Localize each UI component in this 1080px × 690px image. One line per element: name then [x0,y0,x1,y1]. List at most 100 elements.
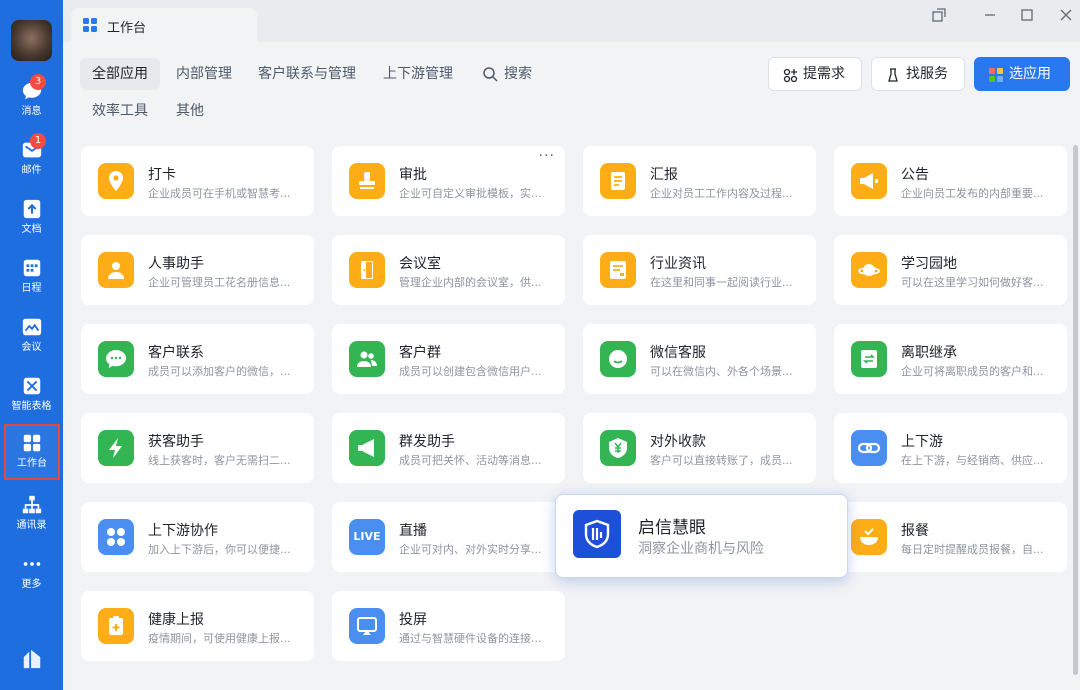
avatar[interactable] [11,20,52,61]
category-other[interactable]: 其他 [164,95,216,127]
sidebar-item-docs[interactable]: 文档 [0,198,63,254]
featured-app-card[interactable]: 启信慧眼 洞察企业商机与风险 [555,494,848,578]
yuan-shield-icon [600,430,636,466]
app-card-announcement[interactable]: 公告 企业向员工发布的内部重要... [834,146,1067,216]
sidebar-item-label: 更多 [21,579,42,590]
sidebar-item-messages[interactable]: 3 消息 [0,74,63,136]
app-card-customer-acquisition[interactable]: 获客助手 线上获客时，客户无需扫二... [81,413,314,483]
close-icon[interactable] [1057,6,1075,24]
app-desc: 成员可把关怀、活动等消息... [399,454,542,467]
find-service-button[interactable]: 找服务 [871,57,965,91]
app-name: 审批 [399,167,427,183]
sidebar-item-mail[interactable]: 1 邮件 [0,133,63,195]
link-icon [851,430,887,466]
app-card-hr-assistant[interactable]: 人事助手 企业可管理员工花名册信息... [81,235,314,305]
app-name: 群发助手 [399,434,455,450]
app-card-customer-group[interactable]: 客户群 成员可以创建包含微信用户... [332,324,565,394]
calendar-icon [23,259,40,277]
four-dots-icon [98,519,134,555]
person-icon [98,252,134,288]
sidebar-item-label: 日程 [21,283,42,294]
app-name: 健康上报 [148,612,204,628]
sidebar-item-label: 工作台 [17,458,47,469]
sidebar-item-label: 智能表格 [11,401,52,412]
search-label: 搜索 [504,66,532,82]
app-card-live[interactable]: LIVE 直播 企业可对内、对外实时分享... [332,502,565,572]
app-card-customer-contact[interactable]: 客户联系 成员可以添加客户的微信，... [81,324,314,394]
app-card-health-report[interactable]: 健康上报 疫情期间，可使用健康上报... [81,591,314,661]
popout-icon[interactable] [930,6,948,24]
org-chart-icon [22,495,41,514]
select-app-button[interactable]: 选应用 [974,57,1070,91]
app-desc: 企业对员工工作内容及过程... [650,187,793,200]
category-search[interactable]: 搜索 [470,58,544,90]
live-icon: LIVE [349,519,385,555]
smart-sheet-icon [23,377,40,395]
sidebar-item-label: 会议 [21,342,42,353]
title-bar: 工作台 [63,0,1080,42]
medical-clipboard-icon [98,608,134,644]
request-icon [783,68,798,83]
planet-icon [851,252,887,288]
app-name: 获客助手 [148,434,204,450]
maximize-icon[interactable] [1018,6,1036,24]
app-name: 对外收款 [650,434,706,450]
app-card-meeting-room[interactable]: 会议室 管理企业内部的会议室，供... [332,235,565,305]
sidebar-item-smart-sheet[interactable]: 智能表格 [0,375,63,431]
find-service-label: 找服务 [906,66,948,82]
app-grid-icon [989,68,1003,82]
app-card-approval[interactable]: 审批 企业可自定义审批模板，实... ··· [332,146,565,216]
app-name: 投屏 [399,612,427,628]
app-card-meal-order[interactable]: 报餐 每日定时提醒成员报餐，自... [834,502,1067,572]
category-all[interactable]: 全部应用 [80,58,160,90]
app-desc: 企业可对内、对外实时分享... [399,543,542,556]
category-upstream[interactable]: 上下游管理 [371,58,465,90]
app-logo-icon[interactable] [21,648,43,670]
select-app-label: 选应用 [1009,66,1051,82]
app-card-report[interactable]: 汇报 企业对员工工作内容及过程... [583,146,816,216]
app-name: 公告 [901,167,929,183]
workbench-icon [23,434,41,452]
app-name: 报餐 [901,523,929,539]
location-pin-icon [98,163,134,199]
sidebar-item-meeting[interactable]: 会议 [0,316,63,372]
app-card-screen-cast[interactable]: 投屏 通过与智慧硬件设备的连接... [332,591,565,661]
app-card-wechat-service[interactable]: 微信客服 可以在微信内、外各个场景... [583,324,816,394]
category-efficiency[interactable]: 效率工具 [80,95,160,127]
app-card-upstream[interactable]: 上下游 在上下游，与经销商、供应... [834,413,1067,483]
app-name: 微信客服 [650,345,706,361]
tab-workbench[interactable]: 工作台 [71,8,257,42]
app-name: 汇报 [650,167,678,183]
app-card-external-payment[interactable]: 对外收款 客户可以直接转账了，成员... [583,413,816,483]
stamp-icon [349,163,385,199]
app-card-upstream-collab[interactable]: 上下游协作 加入上下游后，你可以便捷... [81,502,314,572]
category-customer[interactable]: 客户联系与管理 [246,58,368,90]
featured-app-desc: 洞察企业商机与风险 [638,541,764,557]
sidebar-item-label: 文档 [21,224,42,235]
app-card-learning[interactable]: 学习园地 可以在这里学习如何做好客... [834,235,1067,305]
minimize-icon[interactable] [981,6,999,24]
app-name: 人事助手 [148,256,204,272]
app-name: 会议室 [399,256,441,272]
app-card-resignation-inherit[interactable]: 离职继承 企业可将离职成员的客户和... [834,324,1067,394]
sidebar-item-workbench[interactable]: 工作台 [4,424,60,480]
group-icon [349,341,385,377]
report-doc-icon [600,163,636,199]
app-name: 直播 [399,523,427,539]
app-card-mass-message[interactable]: 群发助手 成员可把关怀、活动等消息... [332,413,565,483]
scrollbar[interactable] [1073,145,1078,675]
more-options-icon[interactable]: ··· [539,148,555,164]
app-name: 上下游协作 [148,523,218,539]
category-internal[interactable]: 内部管理 [164,58,244,90]
sidebar-item-more[interactable]: 更多 [0,553,63,609]
sidebar-item-contacts[interactable]: 通讯录 [0,494,63,550]
app-desc: 企业成员可在手机或智慧考... [148,187,291,200]
sidebar-item-calendar[interactable]: 日程 [0,257,63,313]
app-desc: 疫情期间，可使用健康上报... [148,632,291,645]
app-desc: 通过与智慧硬件设备的连接... [399,632,542,645]
app-card-punch-in[interactable]: 打卡 企业成员可在手机或智慧考... [81,146,314,216]
app-name: 学习园地 [901,256,957,272]
request-button[interactable]: 提需求 [768,57,862,91]
app-card-industry-news[interactable]: 行业资讯 在这里和同事一起阅读行业... [583,235,816,305]
featured-app-name: 启信慧眼 [638,518,706,538]
